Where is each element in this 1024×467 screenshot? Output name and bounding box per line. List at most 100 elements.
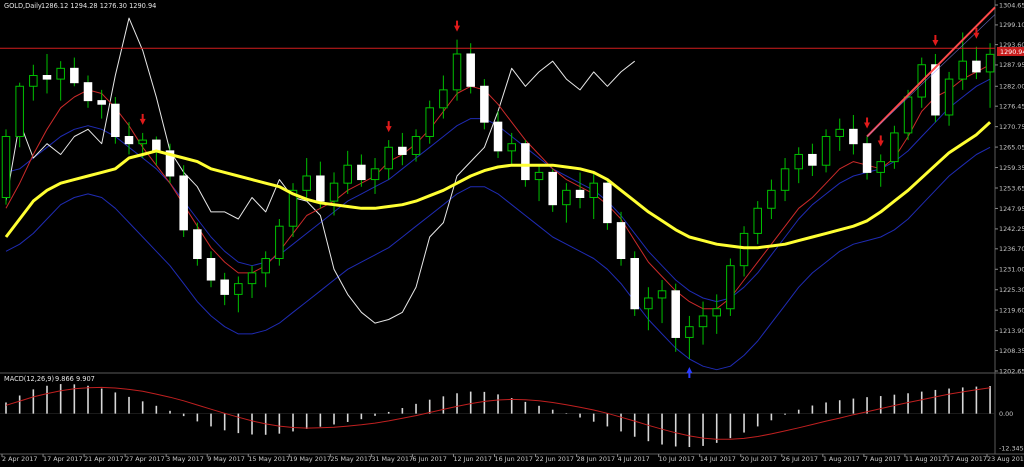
candle-body bbox=[507, 143, 516, 152]
time-tick-label: 7 Aug 2017 bbox=[864, 455, 901, 463]
chart-background bbox=[0, 0, 1024, 467]
candle-body bbox=[726, 265, 735, 310]
macd-bar bbox=[852, 398, 855, 414]
candle-body bbox=[562, 189, 571, 206]
price-tick-label: 1276.45 bbox=[999, 102, 1024, 110]
time-tick-label: 26 Jul 2017 bbox=[782, 455, 818, 463]
macd-bar bbox=[442, 396, 445, 414]
time-tick-label: 2 Apr 2017 bbox=[2, 455, 37, 463]
macd-bar bbox=[401, 408, 404, 414]
macd-bar bbox=[415, 403, 417, 414]
time-tick-label: 19 May 2017 bbox=[289, 455, 331, 463]
macd-bar bbox=[551, 409, 554, 414]
price-tick-label: 1253.65 bbox=[999, 184, 1024, 192]
candle-body bbox=[671, 290, 680, 338]
candle-body bbox=[794, 153, 803, 170]
price-tick-label: 1265.05 bbox=[999, 143, 1024, 151]
macd-bar bbox=[702, 413, 704, 446]
time-tick-label: 17 Apr 2017 bbox=[43, 455, 83, 463]
time-tick-label: 11 Aug 2017 bbox=[905, 455, 946, 463]
macd-bar bbox=[633, 413, 636, 437]
macd-tick-label: 0.00 bbox=[999, 410, 1013, 418]
candle-body bbox=[521, 143, 530, 181]
candle-body bbox=[808, 153, 817, 166]
chart-canvas: 1304.651299.101293.601287.951282.001276.… bbox=[0, 0, 1024, 467]
candle-body bbox=[644, 297, 653, 310]
candle-body bbox=[862, 143, 872, 173]
time-tick-label: 31 May 2017 bbox=[371, 455, 413, 463]
macd-bar bbox=[620, 413, 622, 432]
candle-body bbox=[493, 121, 503, 152]
macd-bar bbox=[374, 413, 376, 416]
macd-bar bbox=[428, 399, 431, 414]
macd-bar bbox=[920, 391, 923, 414]
macd-bar bbox=[729, 413, 732, 439]
candle-body bbox=[329, 182, 339, 202]
candle-body bbox=[70, 67, 79, 84]
time-tick-label: 22 Jun 2017 bbox=[536, 455, 574, 463]
candle-body bbox=[261, 258, 270, 274]
macd-bar bbox=[360, 413, 363, 420]
macd-bar bbox=[715, 413, 718, 443]
macd-bar bbox=[784, 413, 786, 415]
macd-bar bbox=[797, 409, 800, 414]
candle-body bbox=[712, 308, 721, 317]
candle-body bbox=[124, 136, 134, 145]
candle-body bbox=[152, 139, 161, 152]
candle-body bbox=[958, 60, 967, 80]
time-tick-label: 6 Jun 2017 bbox=[412, 455, 446, 463]
price-tick-label: 1213.90 bbox=[999, 327, 1024, 335]
candle-body bbox=[589, 182, 598, 199]
candle-body bbox=[452, 53, 462, 91]
macd-bar bbox=[825, 402, 827, 414]
macd-bar bbox=[114, 392, 117, 414]
price-tick-label: 1282.00 bbox=[999, 83, 1024, 91]
time-tick-label: 9 May 2017 bbox=[207, 455, 245, 463]
time-tick-label: 28 Jun 2017 bbox=[577, 455, 615, 463]
time-tick-label: 12 Jun 2017 bbox=[453, 455, 491, 463]
macd-bar bbox=[469, 391, 472, 414]
macd-bar bbox=[647, 413, 650, 442]
time-tick-label: 16 Jun 2017 bbox=[495, 455, 533, 463]
candle-body bbox=[220, 279, 229, 295]
candle-body bbox=[302, 175, 311, 191]
price-tick-label: 1259.35 bbox=[999, 164, 1024, 172]
macd-bar bbox=[5, 402, 7, 414]
macd-bar bbox=[155, 405, 158, 414]
macd-bar bbox=[128, 396, 130, 414]
candle-body bbox=[480, 85, 489, 123]
macd-bar bbox=[32, 389, 35, 414]
macd-bar bbox=[182, 413, 185, 417]
ohlc-header: 1286.12 1294.28 1276.30 1290.94 bbox=[41, 2, 156, 10]
macd-bar bbox=[524, 401, 527, 414]
macd-bar bbox=[579, 413, 581, 418]
candle-body bbox=[575, 189, 585, 199]
macd-bar bbox=[497, 394, 499, 414]
macd-bar bbox=[565, 413, 568, 414]
macd-bar bbox=[196, 413, 199, 422]
macd-bar bbox=[87, 385, 89, 414]
candle-body bbox=[425, 107, 434, 138]
price-tick-label: 1219.60 bbox=[999, 306, 1024, 314]
candle-body bbox=[944, 78, 954, 116]
candle-body bbox=[357, 164, 366, 181]
candle-body bbox=[616, 222, 626, 260]
candle-body bbox=[83, 82, 93, 102]
macd-bar bbox=[756, 413, 759, 427]
candle-body bbox=[548, 171, 557, 206]
macd-bar bbox=[305, 413, 308, 429]
price-tick-label: 1225.30 bbox=[999, 286, 1024, 294]
candle-body bbox=[138, 139, 147, 145]
candle-body bbox=[876, 161, 885, 173]
macd-bar bbox=[456, 393, 458, 414]
candle-body bbox=[384, 146, 393, 170]
candle-body bbox=[890, 132, 899, 163]
macd-bar bbox=[811, 405, 814, 414]
price-tick-label: 1304.65 bbox=[999, 1, 1024, 9]
candle-body bbox=[111, 103, 120, 138]
macd-bar bbox=[510, 398, 513, 414]
candle-body bbox=[97, 100, 106, 105]
price-tick-label: 1236.70 bbox=[999, 245, 1024, 253]
candle-body bbox=[411, 136, 421, 155]
price-tick-label: 1270.75 bbox=[999, 123, 1024, 131]
